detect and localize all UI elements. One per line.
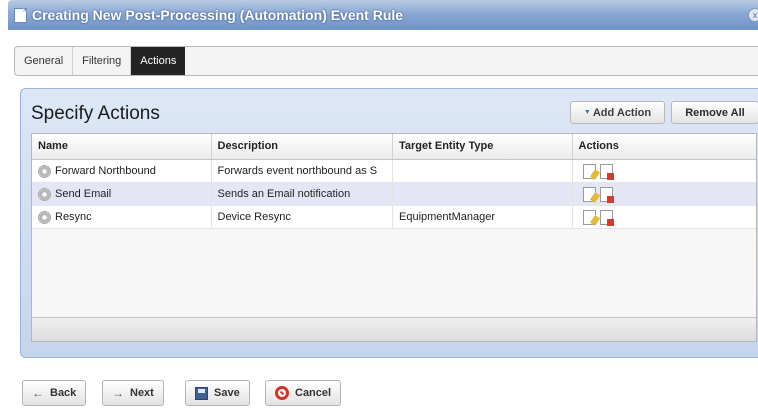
cell-target-entity-type: EquipmentManager: [393, 206, 573, 228]
save-button[interactable]: Save: [185, 380, 250, 406]
grid-header: Name Description Target Entity Type Acti…: [32, 134, 756, 160]
arrow-left-icon: ←: [32, 386, 44, 400]
gear-icon: [38, 164, 51, 178]
back-label: Back: [50, 387, 77, 399]
cell-actions: [573, 160, 756, 182]
column-header-actions[interactable]: Actions: [573, 134, 756, 159]
table-row[interactable]: Forward Northbound Forwards event northb…: [32, 160, 756, 183]
edit-icon[interactable]: [582, 186, 596, 202]
cell-description: Forwards event northbound as S: [212, 160, 393, 182]
next-label: Next: [130, 387, 154, 399]
window-titlebar: Creating New Post-Processing (Automation…: [8, 0, 758, 30]
row-name: Forward Northbound: [55, 165, 156, 177]
cell-target-entity-type: [393, 183, 573, 205]
add-action-button[interactable]: ▼ Add Action: [570, 101, 665, 124]
tab-general[interactable]: General: [15, 47, 74, 75]
column-header-description[interactable]: Description: [212, 134, 393, 159]
save-label: Save: [214, 387, 240, 399]
cell-target-entity-type: [393, 160, 573, 182]
cell-description: Sends an Email notification: [212, 183, 393, 205]
gear-icon: [38, 187, 51, 201]
tab-bar: General Filtering Actions: [14, 46, 758, 76]
cell-name: Forward Northbound: [32, 160, 212, 182]
cell-actions: [573, 206, 756, 228]
remove-all-button[interactable]: Remove All: [671, 101, 758, 124]
table-row[interactable]: Send Email Sends an Email notification: [32, 183, 756, 206]
next-button[interactable]: → Next: [102, 380, 164, 406]
cell-description: Device Resync: [212, 206, 393, 228]
delete-icon[interactable]: [599, 186, 614, 203]
edit-icon[interactable]: [582, 209, 596, 225]
table-row[interactable]: Resync Device Resync EquipmentManager: [32, 206, 756, 229]
close-icon[interactable]: x: [748, 8, 758, 22]
tab-actions[interactable]: Actions: [131, 47, 186, 75]
caret-down-icon: ▼: [583, 109, 591, 116]
column-header-target-entity-type[interactable]: Target Entity Type: [393, 134, 573, 159]
cell-name: Send Email: [32, 183, 212, 205]
column-header-name[interactable]: Name: [32, 134, 212, 159]
cancel-button[interactable]: Cancel: [265, 380, 342, 406]
cell-actions: [573, 183, 756, 205]
gear-icon: [38, 210, 51, 224]
tab-filtering[interactable]: Filtering: [73, 47, 132, 75]
floppy-disk-icon: [195, 386, 208, 400]
arrow-right-icon: →: [112, 386, 124, 400]
cancel-icon: [275, 386, 289, 400]
specify-actions-panel: Specify Actions ▼ Add Action Remove All …: [20, 88, 758, 358]
back-button[interactable]: ← Back: [22, 380, 87, 406]
delete-icon[interactable]: [599, 209, 614, 226]
panel-title: Specify Actions: [31, 103, 160, 124]
row-name: Resync: [55, 211, 92, 223]
delete-icon[interactable]: [599, 163, 614, 180]
edit-icon[interactable]: [582, 163, 596, 179]
cell-name: Resync: [32, 206, 212, 228]
document-icon: [14, 7, 27, 23]
actions-grid: Name Description Target Entity Type Acti…: [31, 133, 757, 342]
add-action-label: Add Action: [592, 106, 652, 119]
window-title: Creating New Post-Processing (Automation…: [32, 7, 404, 23]
row-name: Send Email: [55, 188, 112, 200]
cancel-label: Cancel: [295, 387, 332, 399]
grid-footer: [32, 317, 756, 341]
